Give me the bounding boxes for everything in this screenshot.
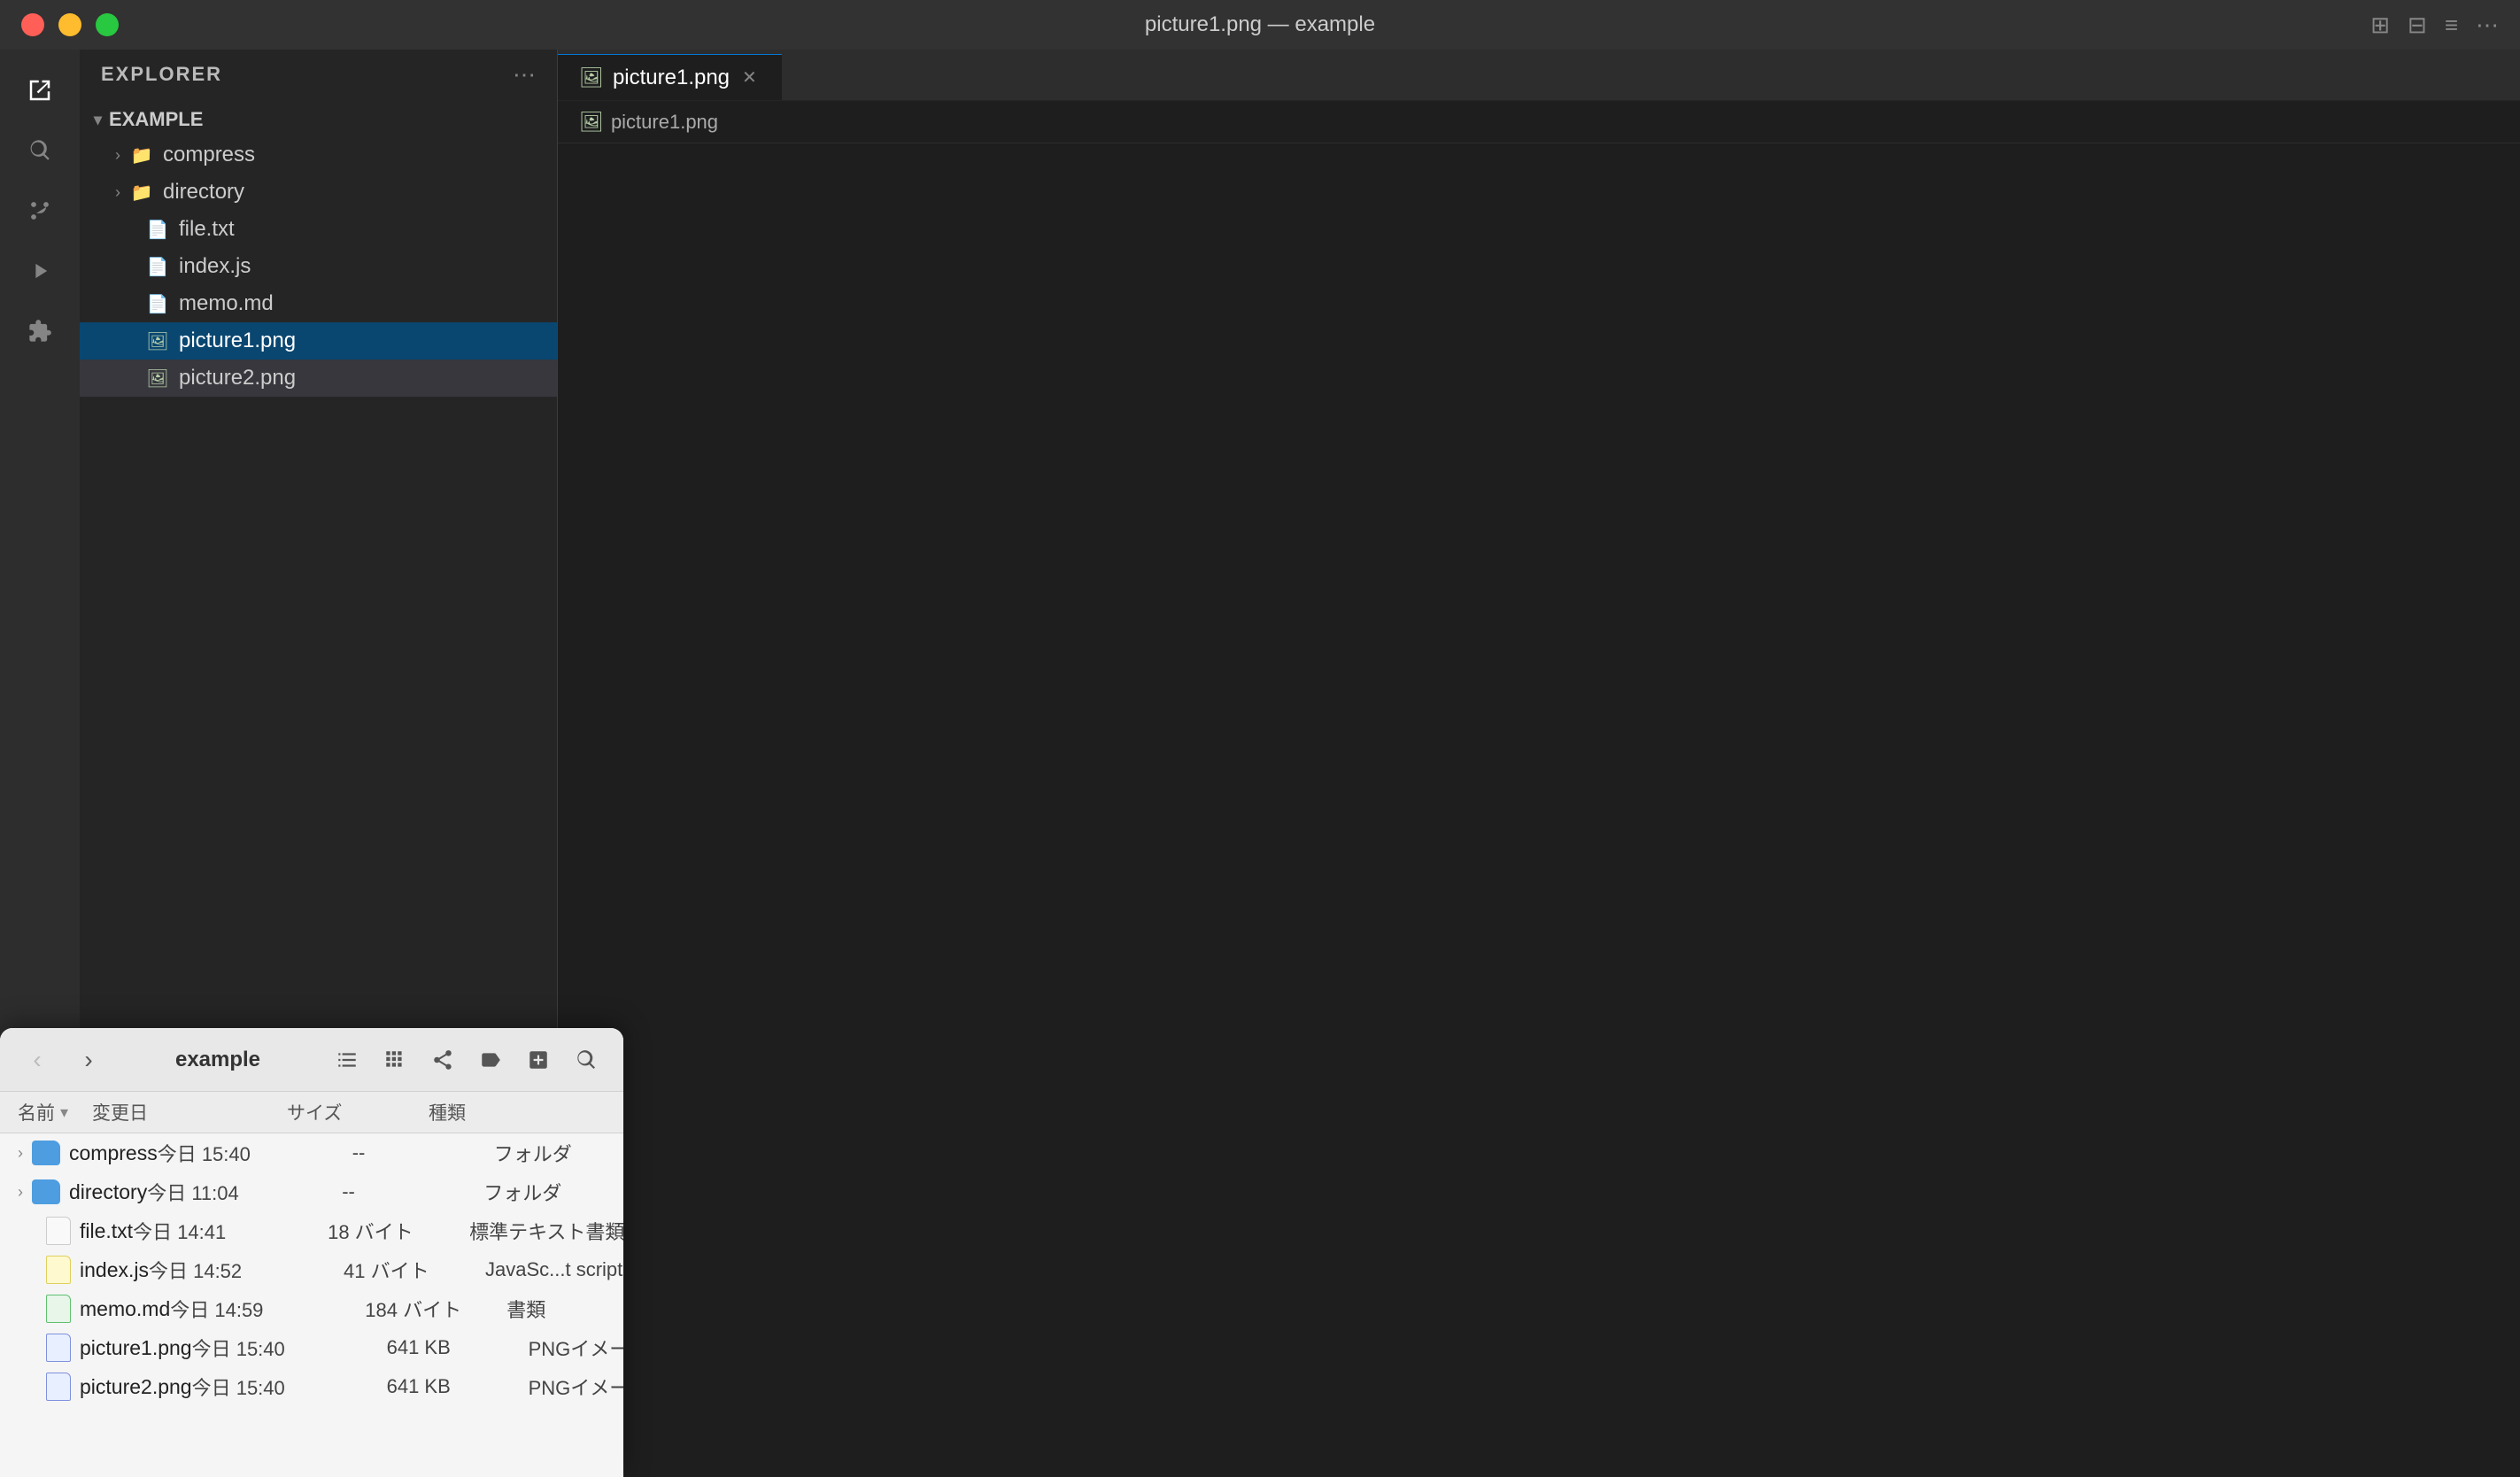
tab-close-button[interactable]: ✕	[738, 65, 761, 90]
activity-search[interactable]	[13, 124, 66, 177]
picture2-icon: 🖼	[145, 366, 170, 391]
finder-forward-button[interactable]: ›	[69, 1040, 108, 1079]
sidebar-item-picture2[interactable]: 🖼 picture2.png	[80, 360, 557, 397]
finder-toolbar-icons	[328, 1040, 606, 1079]
sidebar-item-compress[interactable]: › 📁 compress	[80, 136, 557, 174]
finder-indexjs-name: index.js	[18, 1256, 149, 1284]
finder-path: example	[120, 1048, 315, 1072]
finder-row-compress[interactable]: › compress 今日 15:40 -- フォルダ	[0, 1133, 623, 1172]
finder-compress-folder-icon	[32, 1141, 60, 1165]
finder-search-icon[interactable]	[567, 1040, 606, 1079]
filetxt-icon: 📄	[145, 217, 170, 242]
root-name: EXAMPLE	[109, 108, 203, 131]
panel-icon[interactable]: ≡	[2445, 12, 2458, 39]
finder-toolbar: ‹ › example	[0, 1028, 623, 1092]
titlebar: picture1.png — example ⊞ ⊟ ≡ ⋯	[0, 0, 2520, 50]
finder-row-picture1[interactable]: picture1.png 今日 15:40 641 KB PNGイメージ	[0, 1328, 623, 1367]
tab-bar: 🖼 picture1.png ✕	[558, 50, 2520, 101]
maximize-button[interactable]	[96, 13, 119, 36]
compress-folder-icon: 📁	[129, 143, 154, 167]
finder-share-icon[interactable]	[423, 1040, 462, 1079]
finder-back-button[interactable]: ‹	[18, 1040, 57, 1079]
finder-empty-area	[0, 1406, 623, 1477]
minimize-button[interactable]	[58, 13, 81, 36]
directory-label: directory	[163, 180, 244, 205]
sidebar-item-filetxt[interactable]: 📄 file.txt	[80, 211, 557, 248]
sidebar-menu-icon[interactable]: ⋯	[513, 61, 536, 89]
directory-chevron: ›	[115, 183, 120, 202]
finder-file-list: › compress 今日 15:40 -- フォルダ › directory …	[0, 1133, 623, 1406]
indexjs-label: index.js	[179, 254, 251, 279]
tab-picture1[interactable]: 🖼 picture1.png ✕	[558, 54, 782, 100]
finder-add-icon[interactable]	[519, 1040, 558, 1079]
finder-row-indexjs[interactable]: index.js 今日 14:52 41 バイト JavaSc...t scri…	[0, 1250, 623, 1289]
finder-directory-folder-icon	[32, 1179, 60, 1204]
explorer-root: ▾ EXAMPLE › 📁 compress › 📁 directory	[80, 99, 557, 400]
tab-picture1-icon: 🖼	[579, 66, 604, 89]
finder-filetxt-name: file.txt	[18, 1217, 133, 1245]
finder-directory-name: › directory	[18, 1179, 147, 1204]
sidebar-item-picture1[interactable]: 🖼 picture1.png	[80, 322, 557, 360]
more-icon[interactable]: ⋯	[2476, 12, 2499, 39]
memomd-label: memo.md	[179, 291, 274, 316]
filetxt-label: file.txt	[179, 217, 235, 242]
finder-row-directory[interactable]: › directory 今日 11:04 -- フォルダ	[0, 1172, 623, 1211]
finder-compress-name: › compress	[18, 1141, 158, 1165]
activity-explorer[interactable]	[13, 64, 66, 117]
tab-picture1-label: picture1.png	[613, 66, 730, 90]
titlebar-right-icons: ⊞ ⊟ ≡ ⋯	[2370, 12, 2499, 39]
activity-run[interactable]	[13, 244, 66, 298]
finder-panel: ‹ › example	[0, 1028, 623, 1477]
editor-area: 🖼 picture1.png ✕ 🖼 picture1.png	[558, 50, 2520, 1477]
finder-row-filetxt[interactable]: file.txt 今日 14:41 18 バイト 標準テキスト書類	[0, 1211, 623, 1250]
sort-arrow-icon: ▾	[60, 1103, 68, 1122]
col-size-header[interactable]: サイズ	[287, 1099, 429, 1125]
indexjs-icon: 📄	[145, 254, 170, 279]
compress-chevron: ›	[115, 146, 120, 165]
finder-directory-expand[interactable]: ›	[18, 1183, 23, 1202]
sidebar-header: Explorer ⋯	[80, 50, 557, 99]
editor-content	[558, 143, 2520, 1477]
breadcrumb-bar: 🖼 picture1.png	[558, 101, 2520, 143]
sidebar-item-indexjs[interactable]: 📄 index.js	[80, 248, 557, 285]
breadcrumb-file: picture1.png	[611, 111, 718, 134]
finder-picture1-icon	[46, 1334, 71, 1362]
picture1-icon: 🖼	[145, 329, 170, 353]
finder-memomd-name: memo.md	[18, 1295, 170, 1323]
picture1-label: picture1.png	[179, 329, 296, 353]
finder-column-headers: 名前 ▾ 変更日 サイズ 種類	[0, 1092, 623, 1133]
col-name-header[interactable]: 名前 ▾	[18, 1099, 92, 1125]
finder-tag-icon[interactable]	[471, 1040, 510, 1079]
close-button[interactable]	[21, 13, 44, 36]
activity-extensions[interactable]	[13, 305, 66, 358]
finder-view-grid-icon[interactable]	[375, 1040, 414, 1079]
sidebar-title: Explorer	[101, 63, 222, 86]
finder-row-picture2[interactable]: picture2.png 今日 15:40 641 KB PNGイメージ	[0, 1367, 623, 1406]
picture2-label: picture2.png	[179, 366, 296, 391]
window-title: picture1.png — example	[1145, 12, 1375, 37]
split-icon[interactable]: ⊟	[2408, 12, 2427, 39]
compress-label: compress	[163, 143, 255, 167]
root-chevron: ▾	[94, 111, 102, 129]
finder-view-list-icon[interactable]	[328, 1040, 367, 1079]
layout-icon[interactable]: ⊞	[2370, 12, 2390, 39]
col-date-header[interactable]: 変更日	[92, 1099, 287, 1125]
finder-row-memomd[interactable]: memo.md 今日 14:59 184 バイト 書類	[0, 1289, 623, 1328]
finder-compress-expand[interactable]: ›	[18, 1144, 23, 1163]
finder-filetxt-icon	[46, 1217, 71, 1245]
directory-folder-icon: 📁	[129, 180, 154, 205]
finder-picture2-name: picture2.png	[18, 1373, 192, 1401]
window-controls	[21, 13, 119, 36]
explorer-root-label[interactable]: ▾ EXAMPLE	[80, 103, 557, 136]
col-kind-header[interactable]: 種類	[429, 1099, 606, 1125]
finder-indexjs-icon	[46, 1256, 71, 1284]
sidebar-item-memomd[interactable]: 📄 memo.md	[80, 285, 557, 322]
finder-memomd-icon	[46, 1295, 71, 1323]
finder-picture2-icon	[46, 1373, 71, 1401]
sidebar-item-directory[interactable]: › 📁 directory	[80, 174, 557, 211]
finder-picture1-name: picture1.png	[18, 1334, 192, 1362]
memomd-icon: 📄	[145, 291, 170, 316]
breadcrumb-icon: 🖼	[579, 111, 604, 134]
activity-source-control[interactable]	[13, 184, 66, 237]
